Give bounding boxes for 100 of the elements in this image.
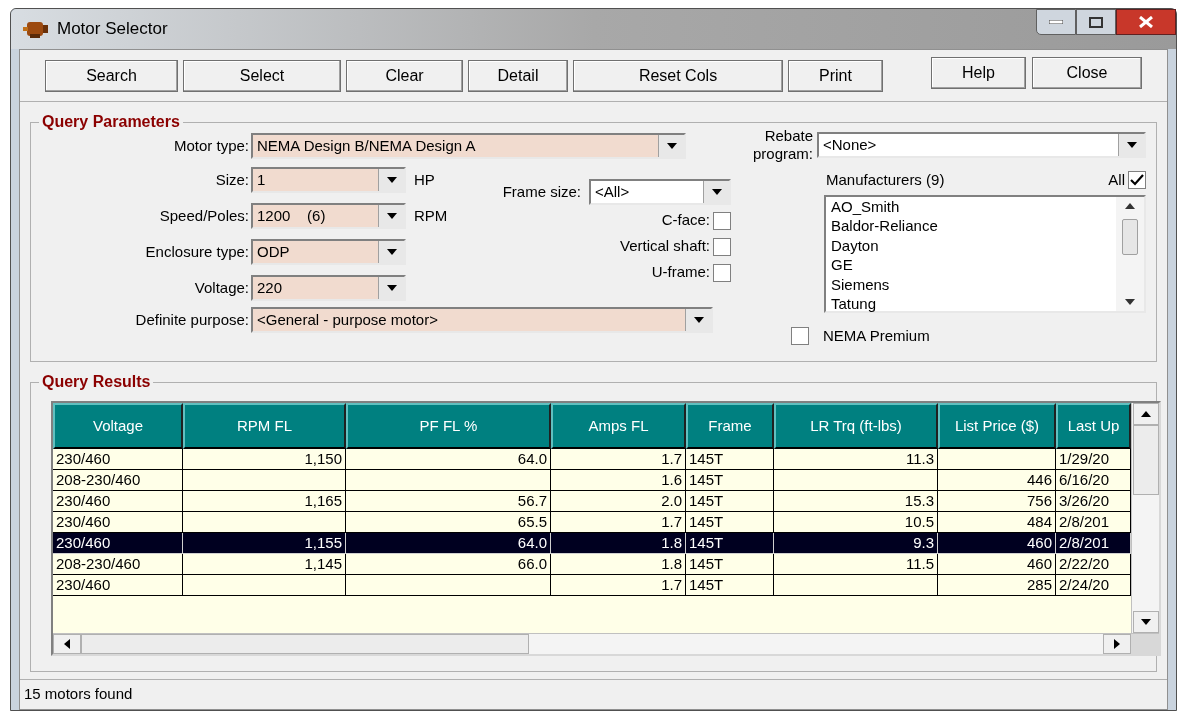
table-row[interactable]: 208-230/460 1.6 145T 446 6/16/20 [53,470,1131,491]
checkbox[interactable] [713,237,731,256]
horizontal-scrollbar[interactable] [53,633,1159,654]
scroll-up-icon [1140,411,1151,417]
close-button[interactable] [1116,9,1176,35]
scroll-down-button[interactable] [1132,611,1159,633]
toolbar-button[interactable]: Print [788,59,883,92]
scroll-up-button[interactable] [1132,403,1159,425]
dropdown-field[interactable]: <None> [817,132,1146,158]
scroll-thumb[interactable] [1132,425,1159,495]
column-header[interactable]: PF FL % [346,403,551,449]
dropdown-button[interactable] [703,181,729,203]
dropdown-field[interactable]: 1 [251,167,406,193]
toolbar-button[interactable]: Clear [346,59,463,92]
dropdown-button[interactable] [378,169,404,191]
minimize-icon [1049,20,1063,24]
column-header[interactable]: Amps FL [551,403,686,449]
caret-icon [386,249,397,255]
scroll-left-button[interactable] [53,634,81,654]
table-cell: 285 [938,575,1056,596]
dropdown-field[interactable]: <General - purpose motor> [251,307,713,333]
toolbar-button[interactable]: Help [931,56,1026,89]
field-label: Frame size: [502,181,581,202]
dropdown-button[interactable] [378,241,404,263]
dropdown-button[interactable] [378,277,404,299]
toolbar-button[interactable]: Reset Cols [573,59,783,92]
table-cell: 1,155 [183,533,346,554]
table-cell: 15.3 [774,491,938,512]
table-cell: 145T [686,554,774,575]
dropdown-field[interactable]: NEMA Design B/NEMA Design A [251,133,686,159]
column-header[interactable]: RPM FL [183,403,346,449]
column-header[interactable]: Last Up [1056,403,1131,449]
checkbox[interactable] [713,211,731,230]
table-row[interactable]: 230/460 1,155 64.0 1.8 145T 9.3 460 2/8/201 [53,533,1131,554]
table-cell: 1.6 [551,470,686,491]
column-header[interactable]: Frame [686,403,774,449]
toolbar-button[interactable]: Select [183,59,341,92]
table-cell: 11.5 [774,554,938,575]
caret-icon [386,177,397,183]
dropdown-button[interactable] [1118,134,1144,156]
dropdown-field[interactable]: <All> [589,179,731,205]
checkbox[interactable] [713,263,731,282]
field-label: Motor type: [172,135,250,156]
group-title: Query Results [39,372,154,392]
checkbox-label: All [1108,170,1125,190]
dropdown-button[interactable] [685,309,711,331]
unit-label: RPM [414,205,448,226]
list-item[interactable]: AO_Smith [831,196,1116,216]
list-item[interactable]: Siemens [831,274,1116,294]
scroll-down-icon [1125,298,1135,305]
dropdown-field[interactable]: 220 [251,275,406,301]
table-row[interactable]: 230/460 1.7 145T 285 2/24/20 [53,575,1131,596]
dropdown-button[interactable] [658,135,684,157]
dropdown-field[interactable]: ODP [251,239,406,265]
column-header[interactable]: List Price ($) [938,403,1056,449]
table-cell: 1.7 [551,575,686,596]
unit-label: HP [414,169,435,190]
scroll-down-icon [1140,619,1151,625]
list-item[interactable]: Baldor-Reliance [831,216,1116,236]
scroll-thumb[interactable] [1122,218,1138,255]
table-cell: 756 [938,491,1056,512]
vertical-scrollbar[interactable] [1131,403,1159,633]
table-cell: 1.8 [551,533,686,554]
vertical-scrollbar[interactable] [1116,196,1144,311]
toolbar-button[interactable]: Close [1032,56,1142,89]
table-cell: 11.3 [774,449,938,470]
table-cell: 230/460 [53,449,183,470]
list-item[interactable]: Dayton [831,235,1116,255]
toolbar-button[interactable]: Search [45,59,178,92]
maximize-button[interactable] [1076,9,1116,35]
list-item[interactable]: GE [831,255,1116,275]
table-row[interactable]: 230/460 1,150 64.0 1.7 145T 11.3 1/29/20 [53,449,1131,470]
table-row[interactable]: 208-230/460 1,145 66.0 1.8 145T 11.5 460 2/22/20 [53,554,1131,575]
caret-icon [386,213,397,219]
maximize-icon [1089,16,1103,28]
dropdown-field[interactable]: 1200 (6) [251,203,406,229]
table-cell: 230/460 [53,491,183,512]
table-row[interactable]: 230/460 1,165 56.7 2.0 145T 15.3 756 3/26/20 [53,491,1131,512]
field-label: Enclosure type: [144,241,250,262]
table-cell: 446 [938,470,1056,491]
checkbox[interactable] [1128,171,1146,190]
list-item[interactable]: Tatung [831,294,1116,314]
caret-icon [1126,142,1137,148]
column-header[interactable]: Voltage [53,403,183,449]
caret-icon [711,189,722,195]
checkbox[interactable] [791,326,809,345]
table-cell: 1.8 [551,554,686,575]
toolbar-button[interactable]: Detail [468,59,568,92]
scroll-thumb[interactable] [81,634,529,654]
scroll-right-button[interactable] [1103,634,1131,654]
scroll-right-icon [1114,639,1120,649]
scrollbar-corner [1131,634,1159,654]
caret-icon [693,317,704,323]
caret-icon [666,143,677,149]
table-cell: 1.7 [551,449,686,470]
minimize-button[interactable] [1036,9,1076,35]
dropdown-button[interactable] [378,205,404,227]
column-header[interactable]: LR Trq (ft-lbs) [774,403,938,449]
scroll-left-icon [64,639,70,649]
table-cell: 145T [686,449,774,470]
